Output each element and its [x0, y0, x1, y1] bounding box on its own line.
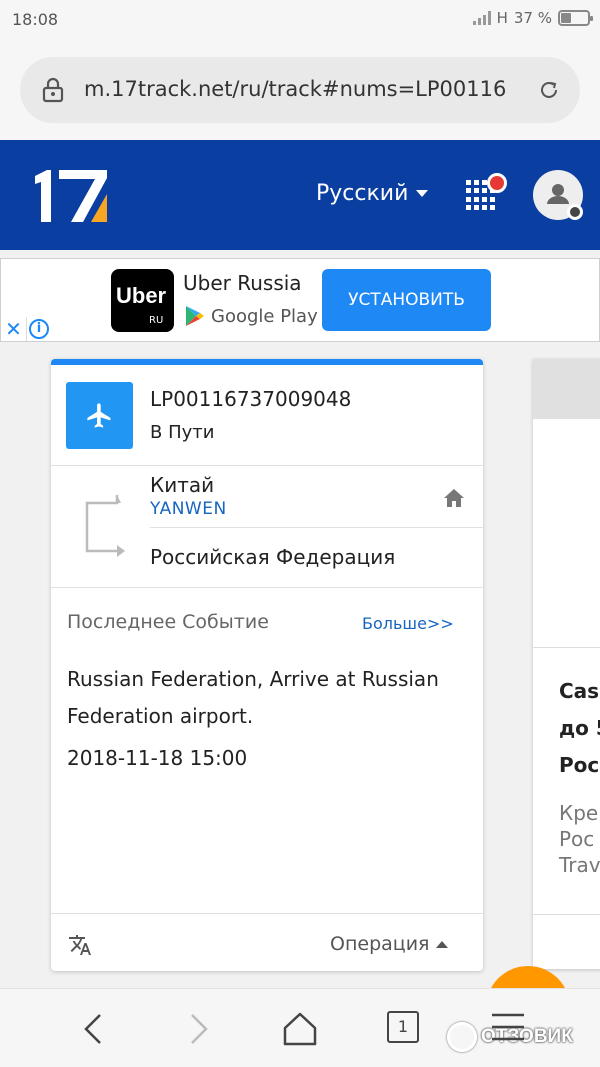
shipment-status: В Пути [150, 422, 215, 443]
promo-line-6: Trav [559, 853, 600, 877]
divider [51, 587, 483, 588]
promo-line-3: Рос [559, 753, 600, 777]
browser-bottom-nav: 1 ОТЗОВИК [0, 988, 600, 1067]
promo-line-2: до 5 [559, 716, 600, 740]
browser-toolbar: m.17track.net/ru/track#nums=LP00116 [0, 40, 600, 140]
google-play-label: Google Play [211, 305, 318, 327]
chevron-down-icon [416, 190, 429, 197]
google-play-badge: Google Play [185, 305, 318, 327]
airplane-icon [87, 403, 111, 428]
destination-country: Российская Федерация [150, 545, 396, 569]
transit-status-badge [66, 382, 133, 449]
home-icon[interactable] [443, 488, 465, 508]
status-bar: 18:08 H 37 % [0, 0, 600, 40]
google-play-icon [186, 306, 204, 326]
uber-app-icon[interactable]: Uber RU [111, 269, 174, 332]
origin-country: Китай [150, 473, 215, 497]
status-icons: H 37 % [472, 9, 593, 27]
watermark-logo-icon [447, 1022, 477, 1052]
uber-logo-sub: RU [149, 315, 164, 326]
uber-logo-text: Uber [116, 283, 167, 308]
carrier-link[interactable]: YANWEN [150, 499, 227, 519]
last-event-date: 2018-11-18 15:00 [67, 746, 248, 770]
route-icon [85, 495, 125, 557]
install-button[interactable]: УСТАНОВИТЬ [322, 269, 491, 331]
operation-label: Операция [330, 933, 430, 955]
battery-icon [558, 10, 593, 26]
signal-icon [472, 11, 491, 25]
close-icon[interactable]: ✕ [1, 317, 27, 341]
17track-logo[interactable] [33, 168, 109, 224]
divider [533, 647, 600, 648]
promo-card-header [533, 359, 600, 419]
more-link[interactable]: Больше>> [362, 614, 454, 633]
tracking-card: LP00116737009048 В Пути Китай YANWEN Рос… [51, 359, 483, 971]
divider [51, 913, 483, 914]
url-text[interactable]: m.17track.net/ru/track#nums=LP00116 [84, 77, 520, 101]
lock-icon [42, 77, 64, 103]
language-selector[interactable]: Русский [316, 181, 429, 206]
status-dot [567, 204, 583, 220]
tracking-number[interactable]: LP00116737009048 [150, 387, 351, 411]
promo-line-1: Cas [559, 679, 600, 703]
address-bar[interactable]: m.17track.net/ru/track#nums=LP00116 [20, 57, 580, 123]
ad-title[interactable]: Uber Russia [183, 271, 302, 295]
battery-level: 37 % [513, 9, 552, 27]
promo-line-4: Кре [559, 801, 599, 825]
operation-menu[interactable]: Операция [330, 933, 449, 955]
back-icon[interactable] [74, 1009, 114, 1049]
translate-icon[interactable] [68, 933, 92, 957]
promo-line-5: Рос [559, 827, 595, 851]
last-event-text: Russian Federation, Arrive at Russian Fe… [67, 667, 439, 728]
info-icon[interactable]: i [29, 319, 49, 339]
ad-banner[interactable]: Uber RU Uber Russia Google Play УСТАНОВИ… [0, 258, 600, 342]
divider [533, 914, 600, 915]
site-header: Русский [0, 140, 600, 250]
promo-card[interactable]: Cas до 5 Рос Кре Рос Trav [533, 359, 600, 969]
divider [150, 527, 483, 528]
status-time: 18:08 [12, 10, 59, 29]
reload-icon[interactable] [538, 79, 560, 101]
tabs-button[interactable]: 1 [387, 1011, 419, 1043]
menu-icon[interactable] [488, 1007, 528, 1047]
network-type: H [496, 9, 508, 27]
notification-dot [487, 173, 507, 193]
language-label: Русский [316, 181, 409, 206]
chevron-up-icon [436, 940, 449, 948]
forward-icon[interactable] [178, 1009, 218, 1049]
last-event-label: Последнее Событие [67, 611, 269, 633]
divider [51, 465, 483, 466]
home-icon[interactable] [280, 1009, 320, 1049]
